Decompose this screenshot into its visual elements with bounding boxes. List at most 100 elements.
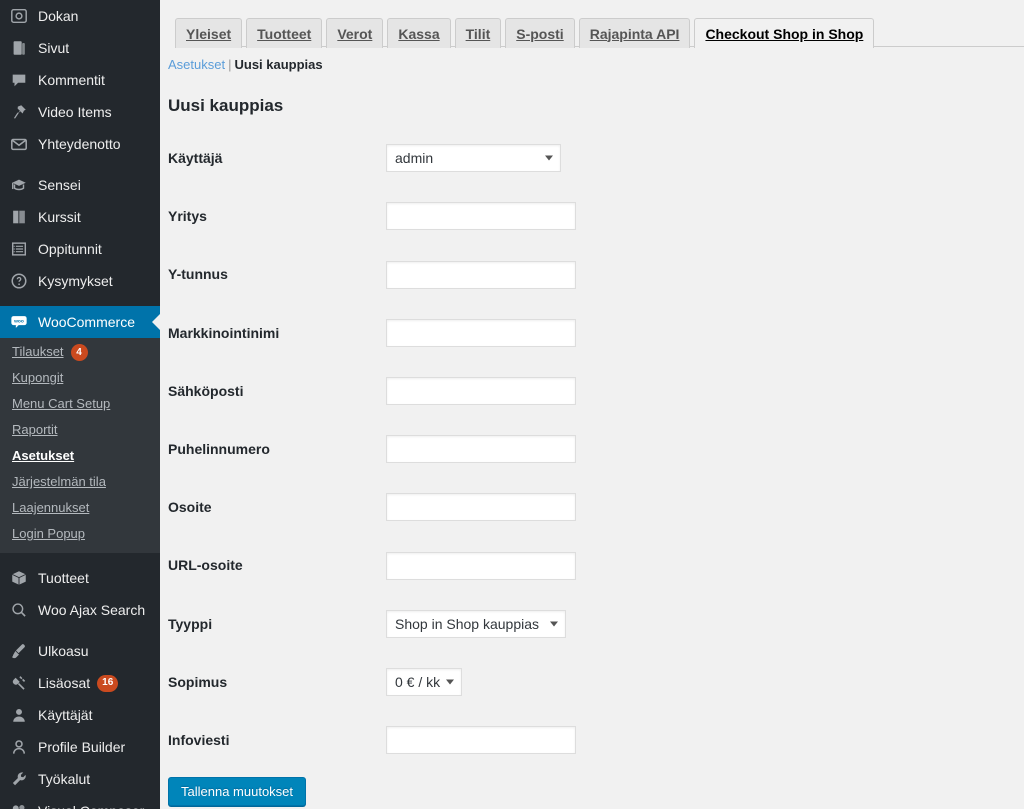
sidebar-item-profile-builder[interactable]: Profile Builder	[0, 731, 160, 763]
admin-page: Dokan Sivut Kommentit Video Items Yhteydenot…	[0, 0, 1024, 809]
form-label-url-osoite: URL-osoite	[168, 557, 243, 574]
input-osoite[interactable]	[386, 493, 576, 522]
comments-icon	[9, 70, 29, 90]
dokan-icon	[9, 6, 29, 26]
sidebar-item-label: Woo Ajax Search	[38, 602, 146, 619]
visual-composer-icon	[9, 801, 29, 809]
form-row-sahkoposti: Sähköposti	[168, 362, 738, 420]
sidebar-item-yhteydenotto[interactable]: Yhteydenotto	[0, 128, 160, 160]
menu-separator	[0, 626, 160, 635]
save-changes-button[interactable]: Tallenna muutokset	[168, 777, 307, 807]
select-tyyppi[interactable]: Shop in Shop kauppias	[386, 609, 566, 638]
sidebar-item-label: Sivut	[38, 40, 70, 56]
submenu-item-raportit[interactable]: Raportit	[0, 417, 160, 443]
page-title: Uusi kauppias	[168, 96, 284, 115]
sidebar-item-label: Oppitunnit	[38, 241, 102, 257]
select-kayttaja[interactable]: admin	[386, 144, 561, 173]
input-url-osoite[interactable]	[386, 551, 576, 580]
tab-yleiset[interactable]: Yleiset	[175, 18, 243, 48]
sidebar-item-woo-ajax-search[interactable]: Woo Ajax Search	[0, 594, 160, 626]
form-row-sopimus: Sopimus 0 € / kk	[168, 653, 738, 711]
sidebar-item-woocommerce[interactable]: woo WooCommerce	[0, 306, 160, 338]
form-row-osoite: Osoite	[168, 478, 738, 536]
tab-verot[interactable]: Verot	[326, 18, 384, 48]
input-sahkoposti[interactable]	[386, 376, 576, 405]
sidebar-item-label: Käyttäjät	[38, 707, 93, 724]
form-control-cell: Shop in Shop kauppias	[386, 595, 738, 653]
submenu-item-tilaukset[interactable]: Tilaukset 4	[0, 339, 160, 365]
tab-list: Yleiset Tuotteet Verot Kassa Tilit S-posti Raj…	[175, 0, 1024, 49]
form-control-cell	[386, 420, 738, 478]
tab-tilit[interactable]: Tilit	[454, 18, 502, 48]
sidebar-item-visual-composer[interactable]: Visual Composer	[0, 795, 160, 809]
form-row-kayttaja: Käyttäjä admin	[168, 129, 738, 187]
sidebar-item-lisaosat[interactable]: Lisäosat 16	[0, 667, 160, 699]
input-markkinointinimi[interactable]	[386, 318, 576, 347]
menu-group: Sensei Kurssit Oppitunnit Kysymykset	[0, 169, 160, 297]
form-label-tyyppi: Tyyppi	[168, 615, 213, 632]
breadcrumb-current: Uusi kauppias	[234, 57, 323, 72]
menu-group: Dokan Sivut Kommentit Video Items Yhteydenot…	[0, 0, 160, 160]
sidebar-item-label: Tuotteet	[38, 570, 89, 587]
form-row-infoviesti: Infoviesti	[168, 711, 738, 769]
tab-s-posti[interactable]: S-posti	[505, 18, 575, 48]
breadcrumb-link-asetukset[interactable]: Asetukset	[168, 57, 225, 72]
menu-group: Ulkoasu Lisäosat 16 Käyttäjät Profile Builde…	[0, 635, 160, 809]
sidebar-item-kayttajat[interactable]: Käyttäjät	[0, 699, 160, 731]
form-label-sahkoposti: Sähköposti	[168, 382, 244, 399]
email-icon	[9, 134, 29, 154]
sidebar-item-tyokalut[interactable]: Työkalut	[0, 763, 160, 795]
paintbrush-icon	[9, 641, 29, 661]
form-label-y-tunnus: Y-tunnus	[168, 266, 228, 283]
sidebar-item-label: Visual Composer	[38, 804, 144, 809]
sidebar-item-sensei[interactable]: Sensei	[0, 169, 160, 201]
tab-rajapinta-api[interactable]: Rajapinta API	[578, 18, 691, 48]
input-puhelinnumero[interactable]	[386, 435, 576, 464]
tab-checkout-shop-in-shop[interactable]: Checkout Shop in Shop	[694, 18, 875, 49]
merchant-form-table: Käyttäjä admin Yritys Y-tunnus Markkinointin…	[168, 129, 738, 769]
sidebar-item-dokan[interactable]: Dokan	[0, 0, 160, 32]
pin-icon	[9, 102, 29, 122]
sidebar-item-kurssit[interactable]: Kurssit	[0, 201, 160, 233]
tab-kassa[interactable]: Kassa	[387, 18, 451, 48]
submenu-item-laajennukset[interactable]: Laajennukset	[0, 495, 160, 521]
book-icon	[9, 207, 29, 227]
form-row-tyyppi: Tyyppi Shop in Shop kauppias	[168, 595, 738, 653]
sidebar-item-kysymykset[interactable]: Kysymykset	[0, 265, 160, 297]
sidebar-item-label: WooCommerce	[38, 314, 135, 330]
admin-sidebar: Dokan Sivut Kommentit Video Items Yhteydenot…	[0, 0, 160, 809]
input-yritys[interactable]	[386, 202, 576, 231]
form-control-cell	[386, 362, 738, 420]
submenu-item-jarjestelman-tila[interactable]: Järjestelmän tila	[0, 469, 160, 495]
sidebar-item-kommentit[interactable]: Kommentit	[0, 64, 160, 96]
list-icon	[9, 239, 29, 259]
input-y-tunnus[interactable]	[386, 260, 576, 289]
select-sopimus[interactable]: 0 € / kk	[386, 667, 462, 696]
submenu-item-label: Tilaukset	[12, 344, 64, 359]
sidebar-item-ulkoasu[interactable]: Ulkoasu	[0, 635, 160, 667]
form-row-yritys: Yritys	[168, 187, 738, 245]
submenu-item-login-popup[interactable]: Login Popup	[0, 521, 160, 547]
form-control-cell	[386, 245, 738, 303]
chevron-down-icon	[545, 155, 553, 161]
form-control-cell	[386, 187, 738, 245]
sidebar-item-sivut[interactable]: Sivut	[0, 32, 160, 64]
submenu-item-asetukset[interactable]: Asetukset	[0, 443, 160, 469]
form-label-infoviesti: Infoviesti	[168, 731, 230, 748]
sidebar-item-oppitunnit[interactable]: Oppitunnit	[0, 233, 160, 265]
sidebar-item-label: Dokan	[38, 8, 79, 24]
submenu-item-kupongit[interactable]: Kupongit	[0, 365, 160, 391]
form-row-markkinointinimi: Markkinointinimi	[168, 304, 738, 362]
sidebar-item-video-items[interactable]: Video Items	[0, 96, 160, 128]
sidebar-item-tuotteet[interactable]: Tuotteet	[0, 562, 160, 594]
product-box-icon	[9, 568, 29, 588]
person-icon	[9, 737, 29, 757]
input-infoviesti[interactable]	[386, 726, 576, 755]
sidebar-item-label: Yhteydenotto	[38, 136, 121, 152]
form-row-url-osoite: URL-osoite	[168, 536, 738, 594]
submenu-item-menu-cart-setup[interactable]: Menu Cart Setup	[0, 391, 160, 417]
tab-tuotteet[interactable]: Tuotteet	[246, 18, 323, 48]
search-icon	[9, 600, 29, 620]
submit-row: Tallenna muutokset	[168, 769, 1024, 807]
sidebar-item-label: Työkalut	[38, 771, 91, 788]
